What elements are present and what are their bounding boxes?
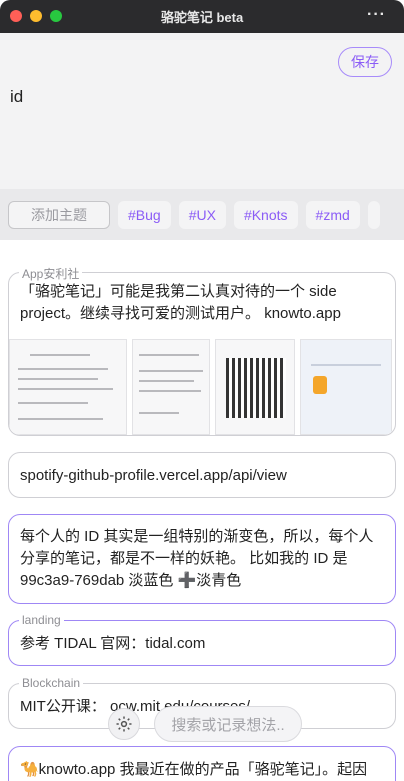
note-topic-label: Blockchain — [19, 676, 84, 690]
bottom-toolbar: 搜索或记录想法.. — [0, 703, 404, 747]
editor-content[interactable]: id — [10, 87, 23, 107]
add-topic-button[interactable]: 添加主题 — [8, 200, 110, 229]
note-image[interactable] — [300, 339, 392, 435]
note-card[interactable]: 每个人的 ID 其实是一组特别的渐变色，所以，每个人分享的笔记，都是不一样的妖艳… — [8, 514, 396, 604]
more-menu-icon[interactable]: ··· — [367, 6, 386, 24]
note-card[interactable]: spotify-github-profile.vercel.app/api/vi… — [8, 452, 396, 498]
tag-overflow[interactable] — [367, 200, 380, 229]
notes-feed: App安利社 「骆驼笔记」可能是我第二认真对待的一个 side project。… — [0, 240, 404, 781]
search-input[interactable]: 搜索或记录想法.. — [154, 706, 302, 742]
tag-knots[interactable]: #Knots — [233, 200, 298, 229]
tag-ux[interactable]: #UX — [178, 200, 226, 229]
note-editor[interactable]: 保存 id — [0, 33, 404, 189]
tag-zmd[interactable]: #zmd — [305, 200, 360, 229]
note-text: 每个人的 ID 其实是一组特别的渐变色，所以，每个人分享的笔记，都是不一样的妖艳… — [20, 528, 374, 589]
note-topic-label: App安利社 — [19, 265, 83, 282]
close-window-button[interactable] — [10, 10, 22, 22]
minimize-window-button[interactable] — [30, 10, 42, 22]
note-card[interactable]: App安利社 「骆驼笔记」可能是我第二认真对待的一个 side project。… — [8, 265, 396, 436]
note-image[interactable] — [9, 339, 127, 435]
note-topic-label: landing — [19, 613, 64, 627]
note-card[interactable]: landing 参考 TIDAL 官网：tidal.com — [8, 613, 396, 666]
note-card[interactable]: 🐪knowto.app 我最近在做的产品「骆驼笔记」。起因 — [8, 746, 396, 781]
topic-bar: 添加主题 #Bug #UX #Knots #zmd — [0, 189, 404, 240]
note-image[interactable] — [132, 339, 210, 435]
save-button[interactable]: 保存 — [338, 47, 392, 77]
window-title: 骆驼笔记 beta — [160, 10, 244, 25]
note-image[interactable] — [215, 339, 295, 435]
note-text: 🐪knowto.app 我最近在做的产品「骆驼笔记」。起因 — [20, 761, 368, 778]
note-image-strip — [9, 339, 395, 435]
window-controls — [10, 10, 62, 22]
qr-code-image — [226, 358, 286, 418]
note-text: 参考 TIDAL 官网：tidal.com — [20, 635, 206, 652]
note-text: spotify-github-profile.vercel.app/api/vi… — [20, 467, 287, 484]
gear-icon[interactable] — [108, 708, 140, 740]
title-bar: 骆驼笔记 beta ··· — [0, 0, 404, 33]
tag-bug[interactable]: #Bug — [118, 200, 171, 229]
zoom-window-button[interactable] — [50, 10, 62, 22]
